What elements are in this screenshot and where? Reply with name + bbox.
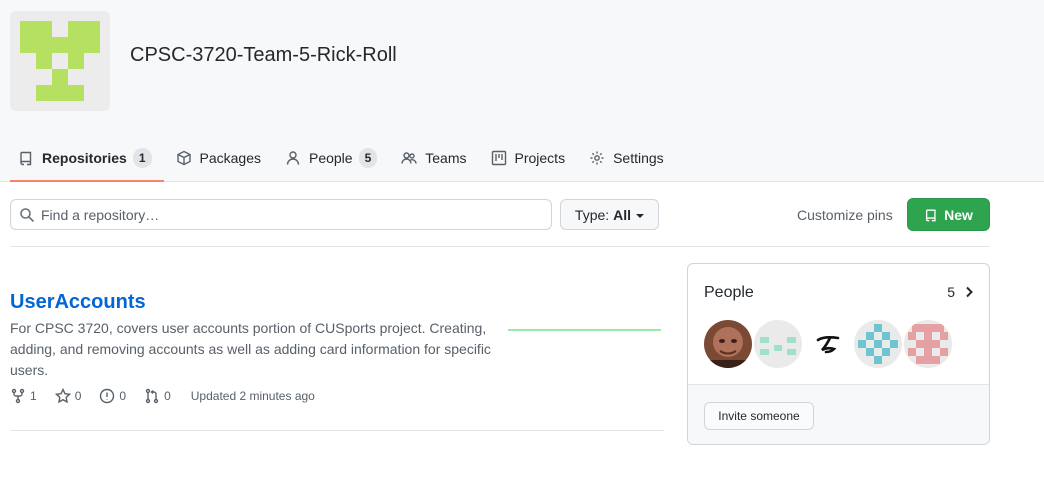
repo-icon [926, 209, 936, 221]
invite-someone-button[interactable]: Invite someone [704, 402, 814, 430]
people-count-link[interactable]: 5 [947, 284, 975, 300]
teal-identicon-avatar[interactable] [854, 320, 902, 368]
type-filter-button[interactable]: Type: All [560, 199, 659, 230]
mint-identicon [754, 320, 802, 368]
divider [10, 246, 990, 247]
gear-icon [590, 151, 604, 165]
people-icon [401, 152, 417, 164]
org-avatar[interactable] [10, 11, 110, 111]
search-input[interactable] [41, 206, 541, 223]
photo-avatar[interactable] [704, 320, 752, 368]
fork-icon [11, 388, 25, 404]
pink-identicon [904, 320, 952, 368]
stars-count: 0 [74, 389, 82, 403]
people-sidebar-box: People 5 Invite someone [687, 263, 990, 445]
new-button-label: New [944, 206, 973, 223]
package-icon [176, 150, 191, 166]
star-icon [54, 388, 71, 404]
org-name: CPSC-3720-Team-5-Rick-Roll [130, 44, 397, 66]
activity-sparkline [508, 329, 661, 331]
search-icon [20, 207, 35, 222]
chevron-right-icon [966, 286, 973, 298]
forks-count: 1 [30, 389, 37, 403]
people-count: 5 [947, 284, 955, 300]
script-logo-icon [816, 336, 840, 354]
people-footer: Invite someone [688, 384, 989, 444]
tab-teams[interactable]: Teams [393, 139, 478, 177]
person-icon [286, 151, 300, 165]
customize-pins-link[interactable]: Customize pins [797, 207, 893, 223]
tab-label: Settings [613, 150, 664, 166]
pink-identicon-avatar[interactable] [904, 320, 952, 368]
pull-requests-count: 0 [164, 389, 171, 403]
teal-identicon [854, 320, 902, 368]
tab-label: Teams [425, 150, 467, 166]
project-icon [491, 150, 506, 166]
tab-packages[interactable]: Packages [168, 139, 273, 177]
org-nav-tabs: Repositories 1 Packages People 5 Teams P… [10, 139, 680, 182]
repo-description: For CPSC 3720, covers user accounts port… [10, 320, 491, 378]
people-counter: 5 [358, 148, 378, 168]
issues-count: 0 [119, 389, 127, 403]
mint-identicon-avatar[interactable] [754, 320, 802, 368]
stars-link[interactable]: 0 [54, 388, 82, 404]
type-filter-value: All [613, 206, 632, 223]
divider [10, 430, 664, 431]
type-filter-label: Type: [574, 206, 610, 223]
updated-time: Updated 2 minutes ago [190, 389, 315, 403]
repo-name-link[interactable]: UserAccounts [10, 291, 146, 314]
repo-search [10, 199, 552, 230]
repo-icon [20, 151, 32, 166]
repo-meta: 1 0 0 0 Updated 2 minutes ago [10, 388, 315, 404]
pull-requests-link[interactable]: 0 [144, 388, 171, 404]
issues-link[interactable]: 0 [99, 388, 126, 404]
script-logo-avatar[interactable] [804, 320, 852, 368]
tab-label: Packages [199, 150, 261, 166]
repositories-counter: 1 [132, 148, 152, 168]
tab-label: Repositories [42, 150, 127, 166]
tab-people[interactable]: People 5 [277, 139, 389, 177]
photo-avatar-image [704, 320, 752, 368]
tab-repositories[interactable]: Repositories 1 [10, 139, 164, 182]
pull-request-icon [145, 388, 159, 404]
people-title: People [704, 284, 754, 301]
new-repo-button[interactable]: New [907, 198, 990, 231]
caret-down-icon [636, 213, 645, 218]
org-identicon [20, 21, 100, 101]
member-avatars [704, 320, 954, 368]
tab-label: Projects [514, 150, 566, 166]
issue-icon [100, 388, 115, 404]
tab-settings[interactable]: Settings [581, 139, 676, 177]
forks-link[interactable]: 1 [10, 388, 37, 404]
tab-projects[interactable]: Projects [483, 139, 578, 177]
tab-label: People [308, 150, 353, 166]
